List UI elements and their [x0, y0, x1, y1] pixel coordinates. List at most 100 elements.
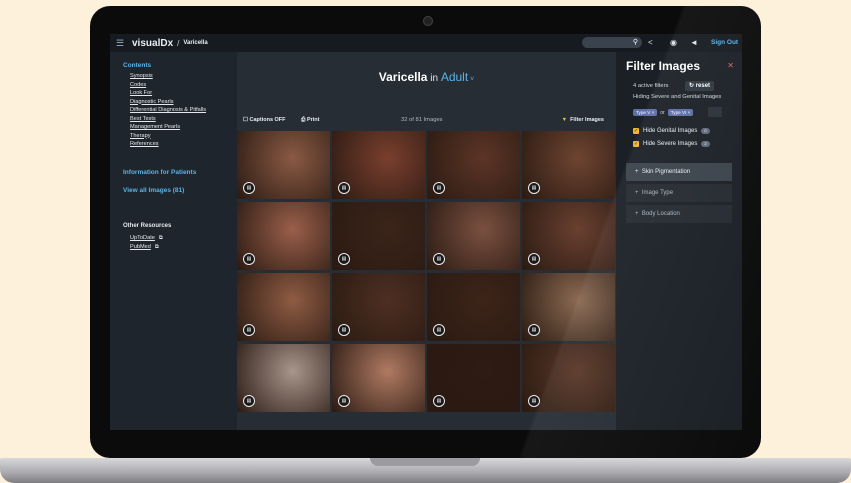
announcement-icon[interactable]: ◄ — [690, 37, 698, 48]
hide-severe-row[interactable]: ✓ Hide Severe Images 2 — [633, 141, 710, 147]
filter-panel-title: Filter Images — [626, 59, 701, 73]
patients-link[interactable]: Information for Patients — [123, 169, 196, 176]
image-tile[interactable]: ▤ — [522, 131, 615, 199]
image-toolbar: ☐ Captions OFF ⎙ Print 32 of 81 Images ▼… — [237, 113, 616, 127]
caption-icon[interactable]: ▤ — [243, 182, 255, 194]
toc-codes[interactable]: Codes — [130, 81, 206, 90]
pubmed-label[interactable]: PubMed — [130, 244, 151, 250]
caption-icon[interactable]: ▤ — [528, 182, 540, 194]
image-tile[interactable]: ▤ — [427, 131, 520, 199]
caption-icon[interactable]: ▤ — [338, 182, 350, 194]
hide-genital-count: 0 — [701, 128, 710, 134]
uptodate-label[interactable]: UpToDate — [130, 235, 155, 241]
uptodate-link[interactable]: UpToDate ⧉ — [130, 234, 163, 243]
other-resources-title: Other Resources — [123, 223, 172, 229]
breadcrumb[interactable]: Varicella — [183, 40, 207, 46]
app-logo[interactable]: visualDx — [132, 38, 173, 49]
title-in: in — [427, 73, 441, 84]
caption-icon[interactable]: ▤ — [338, 395, 350, 407]
image-tile[interactable]: ▤ — [522, 273, 615, 341]
external-link-icon: ⧉ — [154, 243, 159, 250]
toc-best-tests[interactable]: Best Tests — [130, 115, 206, 124]
image-tile[interactable]: ▤ — [427, 202, 520, 270]
image-tile[interactable]: ▤ — [427, 273, 520, 341]
pubmed-link[interactable]: PubMed ⧉ — [130, 243, 163, 252]
toc-list: Synopsis Codes Look For Diagnostic Pearl… — [130, 72, 206, 149]
chip-type-vi[interactable]: Type VI × — [667, 109, 694, 116]
reset-icon: ↻ — [689, 83, 695, 89]
other-resources-list: UpToDate ⧉ PubMed ⧉ — [130, 234, 163, 251]
share-icon[interactable]: < — [648, 37, 653, 48]
hide-genital-checkbox[interactable]: ✓ — [633, 128, 639, 134]
search-icon[interactable]: ⚲ — [633, 37, 638, 48]
sign-out-link[interactable]: Sign Out — [711, 37, 738, 48]
skin-pigmentation-label: Skin Pigmentation — [641, 169, 691, 175]
caption-icon[interactable]: ▤ — [433, 395, 445, 407]
caption-icon[interactable]: ▤ — [528, 395, 540, 407]
print-icon: ⎙ — [301, 117, 306, 123]
globe-icon[interactable]: ◉ — [670, 37, 677, 48]
checkbox-icon[interactable]: ☐ — [243, 117, 248, 123]
filter-images-button[interactable]: ▼ Filter Images — [562, 113, 604, 127]
chip-type-v-label: Type V — [636, 110, 651, 115]
image-tile[interactable]: ▤ — [332, 131, 425, 199]
hide-genital-label: Hide Genital Images — [643, 128, 698, 134]
chip-or: or — [660, 109, 665, 116]
caption-icon[interactable]: ▤ — [338, 253, 350, 265]
close-icon[interactable]: ✕ — [727, 61, 734, 70]
image-tile[interactable]: ▤ — [237, 273, 330, 341]
image-tile[interactable]: ▤ — [332, 273, 425, 341]
toc-differential[interactable]: Differential Diagnosis & Pitfalls — [130, 106, 206, 115]
filter-panel: Filter Images ✕ 4 active filters ↻ reset… — [616, 52, 742, 430]
hide-severe-count: 2 — [701, 141, 710, 147]
page-title: Varicella in Adult ˅ — [237, 70, 616, 84]
body-location-section[interactable]: + Body Location — [626, 205, 732, 224]
captions-toggle[interactable]: ☐ Captions OFF — [243, 113, 286, 127]
toc-diagnostic-pearls[interactable]: Diagnostic Pearls — [130, 98, 206, 107]
contents-title: Contents — [123, 62, 152, 69]
caption-icon[interactable]: ▤ — [433, 182, 445, 194]
image-tile[interactable]: ▤ — [427, 344, 520, 412]
chip-type-vi-label: Type VI — [670, 110, 687, 115]
captions-label: Captions OFF — [249, 117, 286, 123]
caption-icon[interactable]: ▤ — [528, 324, 540, 336]
search-input[interactable]: ⚲ — [582, 37, 642, 48]
image-tile[interactable]: ▤ — [237, 131, 330, 199]
toc-references[interactable]: References — [130, 140, 206, 149]
chip-type-v[interactable]: Type V × — [633, 109, 658, 116]
caption-icon[interactable]: ▤ — [243, 324, 255, 336]
main-content: Varicella in Adult ˅ ☐ Captions OFF ⎙ Pr… — [237, 52, 616, 430]
skin-pigmentation-section[interactable]: + Skin Pigmentation — [626, 163, 732, 182]
image-tile[interactable]: ▤ — [237, 344, 330, 412]
view-all-images-link[interactable]: View all Images (81) — [123, 187, 184, 194]
hide-genital-row[interactable]: ✓ Hide Genital Images 0 — [633, 128, 710, 134]
toc-management-pearls[interactable]: Management Pearls — [130, 123, 206, 132]
image-tile[interactable]: ▤ — [332, 202, 425, 270]
caption-icon[interactable]: ▤ — [243, 395, 255, 407]
toc-look-for[interactable]: Look For — [130, 89, 206, 98]
caption-icon[interactable]: ▤ — [243, 253, 255, 265]
image-type-label: Image Type — [641, 190, 674, 196]
image-tile[interactable]: ▤ — [522, 202, 615, 270]
hide-severe-checkbox[interactable]: ✓ — [633, 141, 639, 147]
image-tile[interactable]: ▤ — [522, 344, 615, 412]
image-tile[interactable]: ▤ — [332, 344, 425, 412]
screen: ☰ visualDx / Varicella ⚲ < ◉ ◄ Sign Out … — [110, 34, 742, 430]
print-button[interactable]: ⎙ Print — [301, 113, 319, 127]
reset-button[interactable]: ↻ reset — [685, 81, 715, 91]
chip-select[interactable] — [708, 107, 722, 117]
chevron-down-icon[interactable]: ˅ — [468, 76, 474, 83]
image-type-section[interactable]: + Image Type — [626, 184, 732, 203]
hide-severe-label: Hide Severe Images — [643, 141, 698, 147]
menu-icon[interactable]: ☰ — [116, 38, 126, 49]
reset-label: reset — [695, 83, 711, 89]
toc-synopsis[interactable]: Synopsis — [130, 72, 206, 81]
population-dropdown[interactable]: Adult — [441, 70, 468, 84]
image-tile[interactable]: ▤ — [237, 202, 330, 270]
toc-therapy[interactable]: Therapy — [130, 132, 206, 141]
caption-icon[interactable]: ▤ — [338, 324, 350, 336]
laptop-notch — [370, 458, 480, 466]
caption-icon[interactable]: ▤ — [433, 324, 445, 336]
caption-icon[interactable]: ▤ — [528, 253, 540, 265]
caption-icon[interactable]: ▤ — [433, 253, 445, 265]
